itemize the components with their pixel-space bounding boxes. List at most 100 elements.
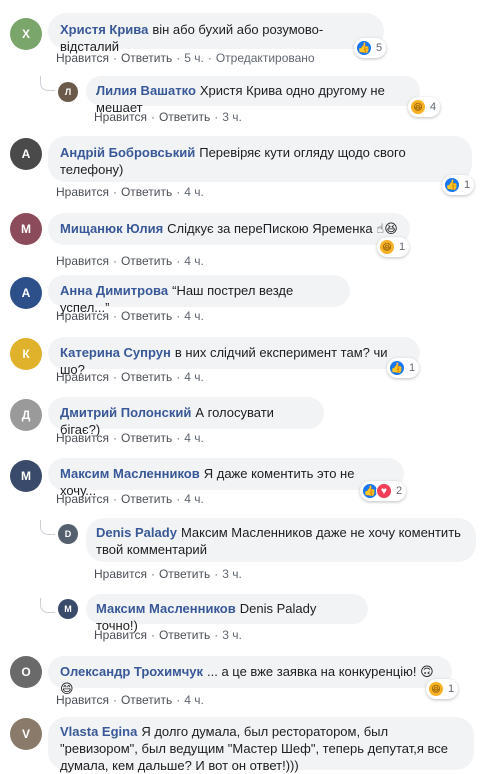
comment-text: Слідкує за переПискою Яременка <box>167 221 373 236</box>
like-icon: 👍 <box>389 360 405 376</box>
avatar[interactable]: М <box>58 599 78 619</box>
comment-bubble: Максим Масленников Denis Palady точно!) <box>86 594 368 633</box>
timestamp[interactable]: 5 ч. <box>184 51 204 65</box>
avatar[interactable]: А <box>10 277 42 309</box>
reply-link[interactable]: Ответить <box>121 492 172 506</box>
reply-connector <box>40 598 55 613</box>
separator: · <box>207 51 212 65</box>
timestamp[interactable]: 4 ч. <box>184 693 204 707</box>
comment-author[interactable]: Максим Масленников <box>60 466 200 481</box>
reaction-count: 1 <box>399 241 406 253</box>
comment-author[interactable]: Анна Димитрова <box>60 283 168 298</box>
reaction-summary[interactable]: 👍 5 <box>354 38 387 58</box>
reaction-count: 1 <box>409 362 416 374</box>
avatar[interactable]: М <box>10 213 42 245</box>
comment-author[interactable]: Лилия Вашатко <box>96 83 196 98</box>
separator: · <box>176 431 181 445</box>
like-link[interactable]: Нравится <box>56 693 109 707</box>
reply-link[interactable]: Ответить <box>121 51 172 65</box>
reply-link[interactable]: Ответить <box>121 431 172 445</box>
avatar[interactable]: D <box>58 524 78 544</box>
comment-author[interactable]: Катерина Супрун <box>60 345 171 360</box>
separator: · <box>176 492 181 506</box>
like-link[interactable]: Нравится <box>94 110 147 124</box>
timestamp[interactable]: 3 ч. <box>222 628 242 642</box>
separator: · <box>112 370 117 384</box>
comment-author[interactable]: Vlasta Egina <box>60 724 137 739</box>
avatar[interactable]: Х <box>10 18 42 50</box>
emoji-finger: ☝😆 <box>376 221 398 236</box>
separator: · <box>112 254 117 268</box>
comment-actions: Нравится · Ответить · 3 ч. <box>94 628 242 642</box>
separator: · <box>112 309 117 323</box>
comment-author[interactable]: Denis Palady <box>96 525 177 540</box>
separator: · <box>150 110 155 124</box>
timestamp[interactable]: 4 ч. <box>184 492 204 506</box>
reply-connector <box>40 76 55 91</box>
avatar[interactable]: О <box>10 656 42 688</box>
like-link[interactable]: Нравится <box>56 51 109 65</box>
reaction-summary[interactable]: 😆 1 <box>377 237 410 257</box>
timestamp[interactable]: 4 ч. <box>184 370 204 384</box>
comment-author[interactable]: Мищанюк Юлия <box>60 221 163 236</box>
like-link[interactable]: Нравится <box>56 370 109 384</box>
separator: · <box>176 185 181 199</box>
comment-actions: Нравится · Ответить · 3 ч. <box>94 567 242 581</box>
avatar[interactable]: V <box>10 718 42 750</box>
separator: · <box>112 693 117 707</box>
separator: · <box>176 254 181 268</box>
edited-label[interactable]: Отредактировано <box>216 51 315 65</box>
avatar[interactable]: Л <box>58 82 78 102</box>
reply-link[interactable]: Ответить <box>121 185 172 199</box>
comment-author[interactable]: Андрій Бобровський <box>60 145 195 160</box>
reaction-summary[interactable]: 👍 1 <box>387 358 420 378</box>
separator: · <box>112 51 117 65</box>
comment-actions: Нравится · Ответить · 3 ч. <box>94 110 242 124</box>
timestamp[interactable]: 4 ч. <box>184 309 204 323</box>
reaction-summary[interactable]: 😆 1 <box>426 679 459 699</box>
reply-link[interactable]: Ответить <box>121 254 172 268</box>
reaction-summary[interactable]: 👍 ♥ 2 <box>360 481 407 501</box>
comment-author[interactable]: Максим Масленников <box>96 601 236 616</box>
avatar[interactable]: Д <box>10 399 42 431</box>
comment-actions: Нравится · Ответить · 4 ч. <box>56 492 204 506</box>
reply-link[interactable]: Ответить <box>159 628 210 642</box>
like-link[interactable]: Нравится <box>56 309 109 323</box>
like-link[interactable]: Нравится <box>56 254 109 268</box>
like-link[interactable]: Нравится <box>56 492 109 506</box>
comment-author[interactable]: Олександр Трохимчук <box>60 664 203 679</box>
separator: · <box>176 51 181 65</box>
reply-link[interactable]: Ответить <box>121 693 172 707</box>
avatar[interactable]: К <box>10 338 42 370</box>
comment-author[interactable]: Христя Крива <box>60 22 148 37</box>
timestamp[interactable]: 4 ч. <box>184 431 204 445</box>
comment-bubble: Лилия Вашатко Христя Крива одно другому н… <box>86 76 420 115</box>
comment-bubble: Катерина Супрун в них слідчий експеримент… <box>48 337 420 377</box>
comment-bubble: Олександр Трохимчук ... а це вже заявка н… <box>48 656 452 696</box>
like-link[interactable]: Нравится <box>56 431 109 445</box>
haha-icon: 😆 <box>428 681 444 697</box>
timestamp[interactable]: 3 ч. <box>222 567 242 581</box>
timestamp[interactable]: 4 ч. <box>184 254 204 268</box>
reply-link[interactable]: Ответить <box>121 309 172 323</box>
comment-author[interactable]: Дмитрий Полонский <box>60 405 191 420</box>
reply-link[interactable]: Ответить <box>159 110 210 124</box>
reaction-count: 1 <box>464 179 471 191</box>
separator: · <box>176 693 181 707</box>
avatar[interactable]: М <box>10 460 42 492</box>
reply-link[interactable]: Ответить <box>121 370 172 384</box>
comment-bubble: Анна Димитрова “Наш пострел везде успел..… <box>48 275 350 315</box>
like-link[interactable]: Нравится <box>94 567 147 581</box>
reaction-summary[interactable]: 👍 1 <box>442 175 475 195</box>
comment-bubble: Мищанюк Юлия Слідкує за переПискою Яремен… <box>48 213 410 245</box>
haha-icon: 😆 <box>410 99 426 115</box>
timestamp[interactable]: 4 ч. <box>184 185 204 199</box>
reply-link[interactable]: Ответить <box>159 567 210 581</box>
timestamp[interactable]: 3 ч. <box>222 110 242 124</box>
reaction-summary[interactable]: 😆 4 <box>408 97 441 117</box>
like-link[interactable]: Нравится <box>56 185 109 199</box>
comment-bubble: Denis Palady Максим Масленников даже не х… <box>86 518 476 562</box>
separator: · <box>150 628 155 642</box>
like-link[interactable]: Нравится <box>94 628 147 642</box>
avatar[interactable]: А <box>10 138 42 170</box>
